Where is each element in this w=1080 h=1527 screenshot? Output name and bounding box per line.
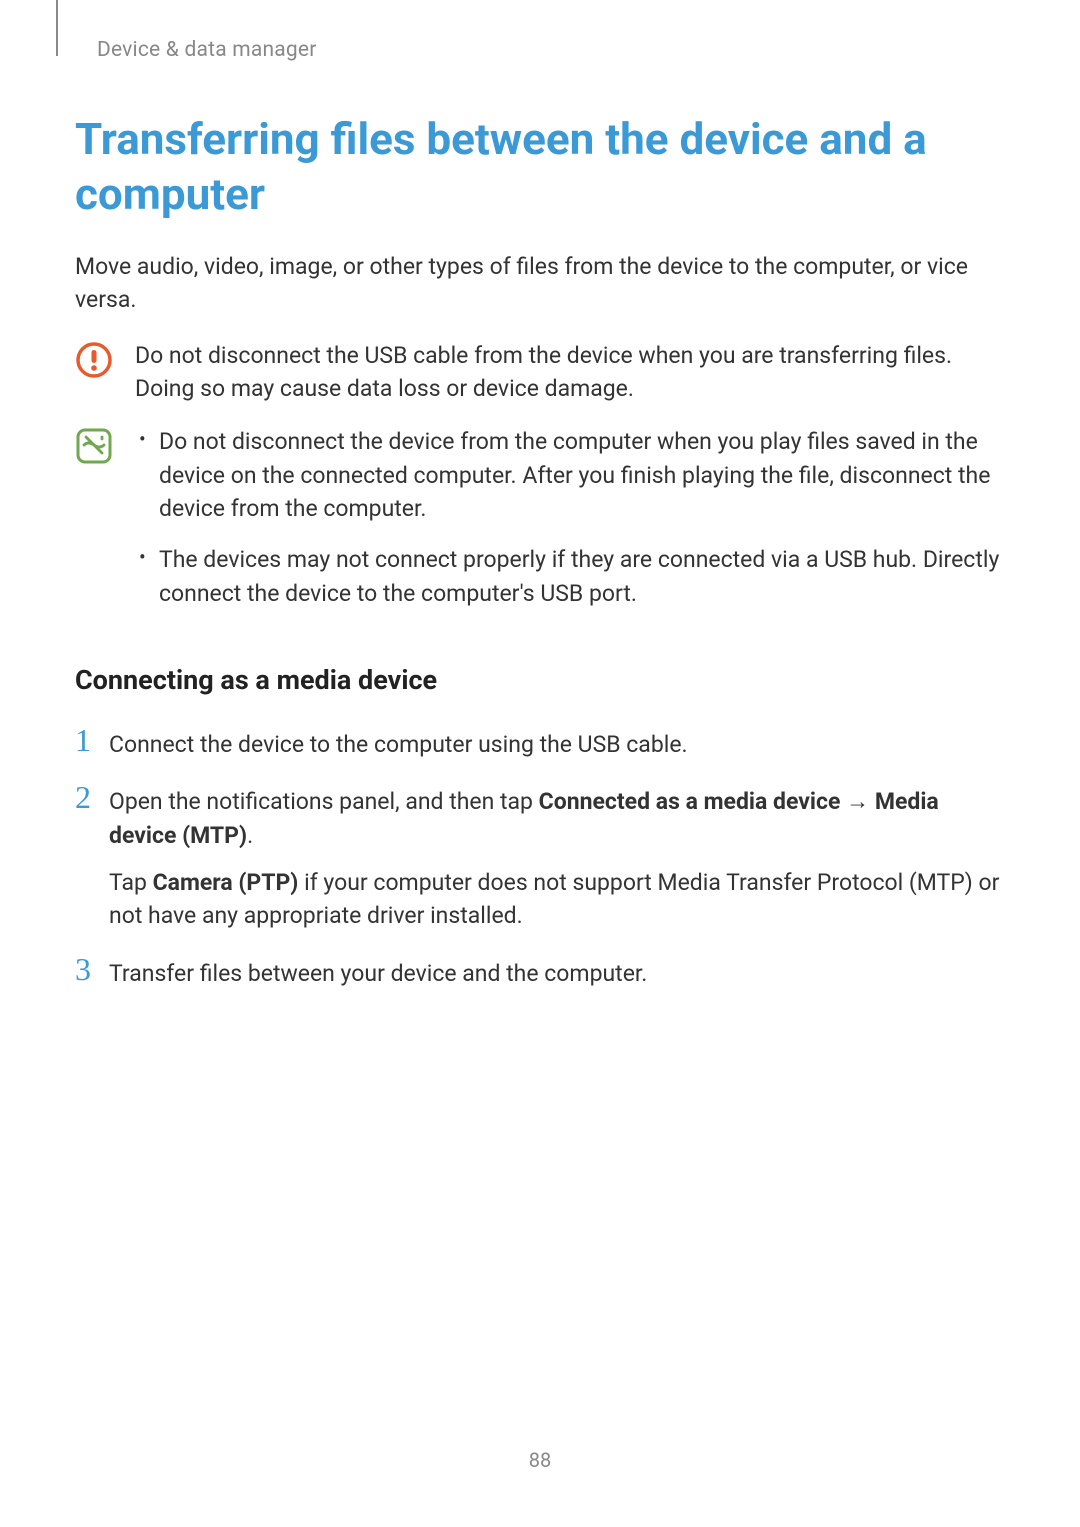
step-line: Transfer files between your device and t… (109, 957, 1005, 990)
note-list: Do not disconnect the device from the co… (135, 425, 1005, 628)
step-line: Open the notifications panel, and then t… (109, 785, 1005, 852)
step-text: Transfer files between your device and t… (109, 953, 1005, 990)
intro-paragraph: Move audio, video, image, or other types… (75, 250, 1005, 317)
page-content: Device & data manager Transferring files… (0, 0, 1080, 990)
step-number: 2 (75, 781, 109, 815)
breadcrumb: Device & data manager (97, 38, 1005, 62)
step-number: 3 (75, 953, 109, 987)
step-3: 3 Transfer files between your device and… (75, 953, 1005, 990)
page-number: 88 (0, 1448, 1080, 1472)
note-item: Do not disconnect the device from the co… (135, 425, 1005, 525)
step-line: Connect the device to the computer using… (109, 728, 1005, 761)
note-item: The devices may not connect properly if … (135, 543, 1005, 610)
step-text: Open the notifications panel, and then t… (109, 781, 1005, 932)
step-number: 1 (75, 724, 109, 758)
note-block: Do not disconnect the device from the co… (75, 425, 1005, 628)
page-title: Transferring files between the device an… (75, 112, 1005, 222)
subheading: Connecting as a media device (75, 664, 1005, 696)
step-2: 2 Open the notifications panel, and then… (75, 781, 1005, 932)
caution-block: Do not disconnect the USB cable from the… (75, 339, 1005, 406)
step-text: Connect the device to the computer using… (109, 724, 1005, 761)
note-icon (75, 427, 113, 465)
header-divider (56, 0, 58, 56)
caution-icon (75, 341, 113, 379)
step-line: Tap Camera (PTP) if your computer does n… (109, 866, 1005, 933)
step-1: 1 Connect the device to the computer usi… (75, 724, 1005, 761)
caution-text: Do not disconnect the USB cable from the… (135, 339, 1005, 406)
